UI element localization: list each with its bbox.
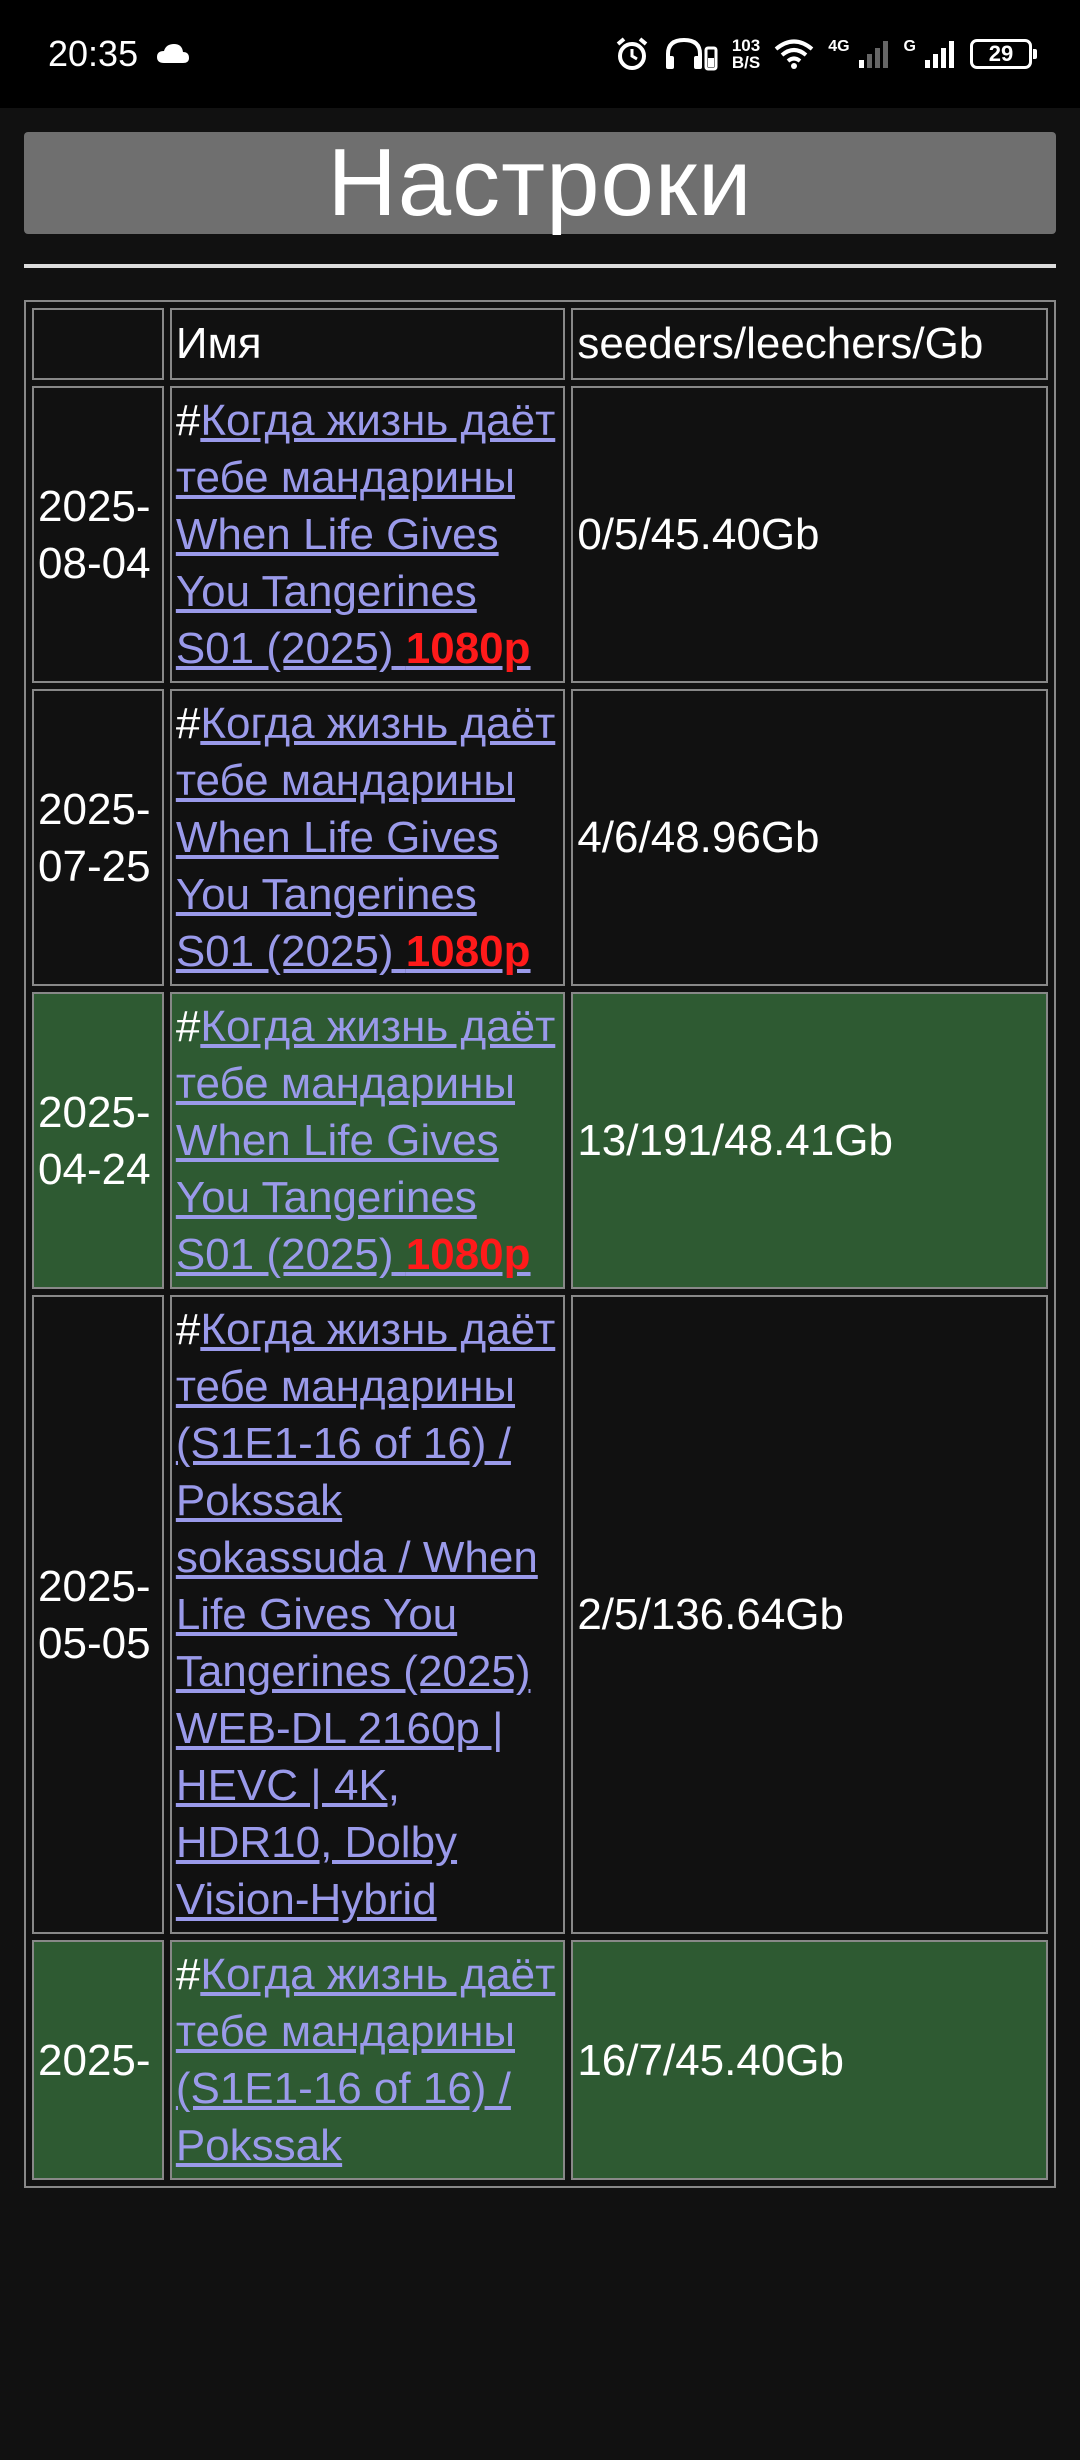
- network-4g-label: 4G: [828, 38, 850, 55]
- row-name-cell: #Когда жизнь даёт тебе мандарины When Li…: [169, 689, 566, 986]
- table-row: 2025-05-05 #Когда жизнь даёт тебе мандари…: [32, 1295, 1048, 1934]
- status-bar: 20:35 103 B/S 4G G 29: [0, 0, 1080, 108]
- table-row: 2025-07-25 #Когда жизнь даёт тебе мандари…: [32, 689, 1048, 986]
- row-date: 2025-05-05: [32, 1295, 164, 1934]
- header-stats[interactable]: seeders/leechers/Gb: [571, 308, 1048, 380]
- row-stats: 4/6/48.96Gb: [571, 689, 1048, 986]
- torrent-title-link[interactable]: Когда жизнь даёт тебе мандарины (S1E1-16…: [176, 1950, 555, 2170]
- row-name-cell: #Когда жизнь даёт тебе мандарины (S1E1-1…: [169, 1940, 566, 2180]
- alarm-icon: [614, 36, 650, 72]
- torrent-title-link[interactable]: Когда жизнь даёт тебе мандарины (S1E1-16…: [176, 1305, 555, 1924]
- table-header-row: Имя seeders/leechers/Gb: [32, 308, 1048, 380]
- row-hash-prefix: #: [175, 396, 201, 445]
- row-hash-prefix: #: [175, 699, 201, 748]
- quality-badge: 1080p: [405, 624, 531, 673]
- cloud-icon: [156, 43, 190, 65]
- row-name-cell: #Когда жизнь даёт тебе мандарины When Li…: [169, 992, 566, 1289]
- torrent-title: Когда жизнь даёт тебе мандарины (S1E1-16…: [175, 1305, 556, 1924]
- divider: [24, 264, 1056, 268]
- torrent-title-link[interactable]: Когда жизнь даёт тебе мандарины When Lif…: [176, 1002, 555, 1279]
- row-date: 2025-08-04: [32, 386, 164, 683]
- row-date: 2025-04-24: [32, 992, 164, 1289]
- page-title: Настроки: [327, 129, 753, 236]
- page-header[interactable]: Настроки: [24, 129, 1056, 236]
- signal-icon-1: [858, 39, 890, 69]
- row-name-cell: #Когда жизнь даёт тебе мандарины (S1E1-1…: [169, 1295, 566, 1934]
- header-date: [32, 308, 164, 380]
- headphones-battery-icon: [664, 36, 718, 72]
- row-date: 2025-: [32, 1940, 164, 2180]
- row-stats: 13/191/48.41Gb: [571, 992, 1048, 1289]
- table-row: 2025-08-04 #Когда жизнь даёт тебе мандари…: [32, 386, 1048, 683]
- row-hash-prefix: #: [175, 1002, 201, 1051]
- network-speed: 103 B/S: [731, 36, 761, 72]
- wifi-icon: [774, 38, 814, 70]
- row-hash-prefix: #: [175, 1305, 201, 1354]
- row-hash-prefix: #: [175, 1950, 201, 1999]
- table-row: 2025- #Когда жизнь даёт тебе мандарины (S…: [32, 1940, 1048, 2180]
- quality-badge: 1080p: [405, 927, 531, 976]
- torrent-title-link[interactable]: Когда жизнь даёт тебе мандарины When Lif…: [176, 396, 555, 673]
- quality-badge: 1080p: [405, 1230, 531, 1279]
- clock: 20:35: [48, 33, 139, 74]
- results-table-wrap: Имя seeders/leechers/Gb 2025-08-04 #Когда…: [24, 300, 1056, 2188]
- header-name[interactable]: Имя: [169, 308, 566, 380]
- signal-icon-2: [924, 39, 956, 69]
- page: Настроки Имя seeders/leechers/Gb 2025-08…: [0, 108, 1080, 2460]
- row-stats: 0/5/45.40Gb: [571, 386, 1048, 683]
- battery-icon: 29: [970, 39, 1037, 69]
- torrent-title-link[interactable]: Когда жизнь даёт тебе мандарины When Lif…: [176, 699, 555, 976]
- results-table: Имя seeders/leechers/Gb 2025-08-04 #Когда…: [24, 300, 1056, 2188]
- table-row: 2025-04-24 #Когда жизнь даёт тебе мандари…: [32, 992, 1048, 1289]
- row-date: 2025-07-25: [32, 689, 164, 986]
- network-g-label: G: [903, 38, 916, 55]
- row-stats: 16/7/45.40Gb: [571, 1940, 1048, 2180]
- row-stats: 2/5/136.64Gb: [571, 1295, 1048, 1934]
- torrent-title: Когда жизнь даёт тебе мандарины (S1E1-16…: [175, 1950, 556, 2170]
- row-name-cell: #Когда жизнь даёт тебе мандарины When Li…: [169, 386, 566, 683]
